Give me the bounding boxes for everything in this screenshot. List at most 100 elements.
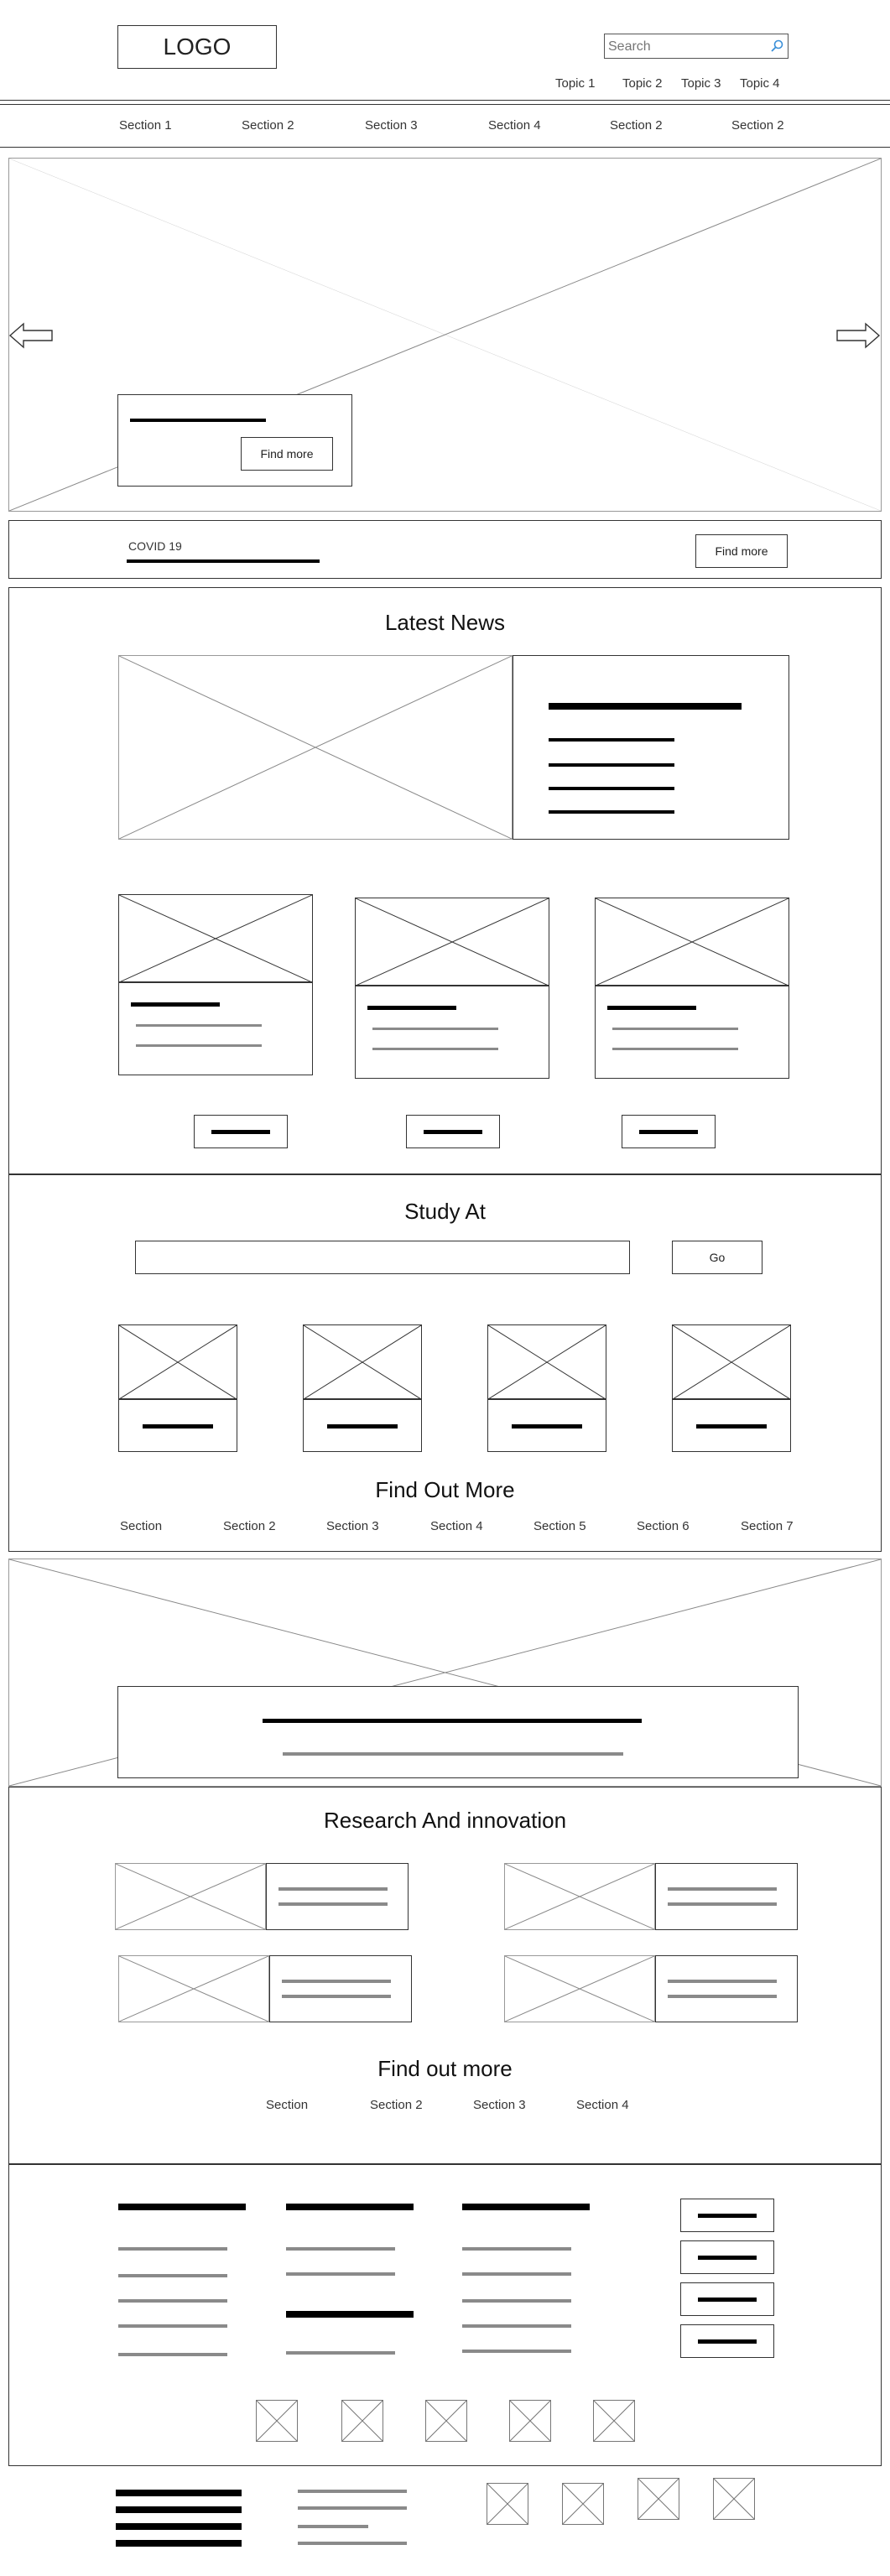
footer-link[interactable]	[462, 2324, 571, 2328]
study-card[interactable]	[303, 1324, 422, 1452]
research-link-2[interactable]: Section 2	[370, 2098, 423, 2112]
find-out-link-3[interactable]: Section 3	[326, 1519, 379, 1533]
search-box[interactable]	[604, 34, 789, 59]
research-card[interactable]	[504, 1863, 806, 1930]
latest-news-section: Latest News	[8, 587, 882, 1174]
study-card-body	[672, 1398, 791, 1452]
social-icon[interactable]	[256, 2400, 298, 2442]
find-out-link-4[interactable]: Section 4	[430, 1519, 483, 1533]
research-link-3[interactable]: Section 3	[473, 2098, 526, 2112]
find-out-link-5[interactable]: Section 5	[533, 1519, 586, 1533]
study-search-input[interactable]	[135, 1241, 630, 1274]
featured-line	[549, 738, 674, 742]
study-card[interactable]	[672, 1324, 791, 1452]
study-card-image	[672, 1324, 791, 1400]
study-card-body	[118, 1398, 237, 1452]
social-icon[interactable]	[341, 2400, 383, 2442]
footer-link[interactable]	[462, 2247, 571, 2251]
news-card-line	[372, 1048, 498, 1050]
nav-item-section-4[interactable]: Section 4	[488, 118, 541, 133]
research-link-1[interactable]: Section	[266, 2098, 308, 2112]
arrow-right-icon[interactable]	[835, 322, 881, 349]
research-card[interactable]	[504, 1955, 806, 2022]
footer-button[interactable]	[680, 2240, 774, 2274]
hero-headline-bar	[130, 419, 266, 422]
news-card[interactable]	[595, 898, 789, 1079]
footer-link[interactable]	[118, 2247, 227, 2251]
nav-item-section-1[interactable]: Section 1	[119, 118, 172, 133]
news-card-title-bar	[607, 1006, 696, 1010]
news-more-button[interactable]	[194, 1115, 288, 1148]
featured-news-image[interactable]	[118, 655, 513, 840]
search-input[interactable]	[606, 36, 765, 58]
footer-bottom-link[interactable]	[298, 2490, 407, 2493]
logo[interactable]: LOGO	[117, 25, 277, 69]
alert-find-more-button[interactable]: Find more	[695, 534, 788, 568]
news-more-button[interactable]	[406, 1115, 500, 1148]
footer-button[interactable]	[680, 2324, 774, 2358]
study-card[interactable]	[118, 1324, 237, 1452]
footer-bottom-bar	[116, 2540, 242, 2547]
study-go-button[interactable]: Go	[672, 1241, 762, 1274]
study-card-image	[118, 1324, 237, 1400]
partner-logo-icon[interactable]	[713, 2478, 755, 2520]
footer-bottom-link[interactable]	[298, 2542, 407, 2545]
news-card[interactable]	[118, 894, 313, 1075]
social-icon[interactable]	[509, 2400, 551, 2442]
featured-line	[549, 763, 674, 767]
footer-links-section	[8, 2164, 882, 2466]
find-out-link-1[interactable]: Section	[120, 1519, 162, 1533]
alert-underline	[127, 559, 320, 563]
study-at-title: Study At	[404, 1199, 486, 1224]
research-card[interactable]	[115, 1863, 417, 1930]
nav-item-section-2[interactable]: Section 2	[242, 118, 294, 133]
partner-logo-icon[interactable]	[638, 2478, 679, 2520]
partner-logo-icon[interactable]	[487, 2483, 528, 2525]
footer-link[interactable]	[118, 2324, 227, 2328]
search-icon[interactable]	[769, 39, 784, 54]
topic-link-3[interactable]: Topic 3	[681, 76, 721, 91]
footer-link[interactable]	[286, 2351, 395, 2355]
partner-logo-icon[interactable]	[562, 2483, 604, 2525]
footer-col-heading	[286, 2204, 414, 2210]
topic-link-1[interactable]: Topic 1	[555, 76, 596, 91]
research-card-image	[118, 1955, 269, 2022]
footer-link[interactable]	[462, 2299, 571, 2303]
social-icon[interactable]	[593, 2400, 635, 2442]
find-out-link-6[interactable]: Section 6	[637, 1519, 690, 1533]
news-card-title-bar	[367, 1006, 456, 1010]
footer-button[interactable]	[680, 2199, 774, 2232]
featured-line	[549, 810, 674, 814]
arrow-left-icon[interactable]	[8, 322, 54, 349]
footer-link[interactable]	[286, 2272, 395, 2276]
footer-button[interactable]	[680, 2282, 774, 2316]
footer-link[interactable]	[118, 2274, 227, 2277]
footer-link[interactable]	[462, 2272, 571, 2276]
footer-link[interactable]	[118, 2299, 227, 2303]
news-card-line	[136, 1044, 262, 1047]
footer-link[interactable]	[286, 2247, 395, 2251]
featured-news-text[interactable]	[513, 655, 789, 840]
nav-item-section-6[interactable]: Section 2	[731, 118, 784, 133]
study-card[interactable]	[487, 1324, 606, 1452]
find-out-link-2[interactable]: Section 2	[223, 1519, 276, 1533]
research-card-text	[269, 1955, 412, 2022]
news-more-button[interactable]	[622, 1115, 716, 1148]
footer-bottom-link[interactable]	[298, 2506, 407, 2510]
study-at-section: Study At Go Find Out More Section Sectio…	[8, 1174, 882, 1552]
nav-item-section-3[interactable]: Section 3	[365, 118, 418, 133]
footer-link[interactable]	[462, 2350, 571, 2353]
find-out-link-7[interactable]: Section 7	[741, 1519, 794, 1533]
hero-find-more-button[interactable]: Find more	[241, 437, 333, 471]
footer-link[interactable]	[118, 2353, 227, 2356]
research-link-4[interactable]: Section 4	[576, 2098, 629, 2112]
alert-label: COVID 19	[128, 539, 182, 553]
nav-item-section-5[interactable]: Section 2	[610, 118, 663, 133]
footer-bottom-link[interactable]	[298, 2525, 368, 2528]
bottom-footer	[0, 2466, 890, 2576]
topic-link-2[interactable]: Topic 2	[622, 76, 663, 91]
social-icon[interactable]	[425, 2400, 467, 2442]
news-card[interactable]	[355, 898, 549, 1079]
research-card[interactable]	[118, 1955, 420, 2022]
topic-link-4[interactable]: Topic 4	[740, 76, 780, 91]
